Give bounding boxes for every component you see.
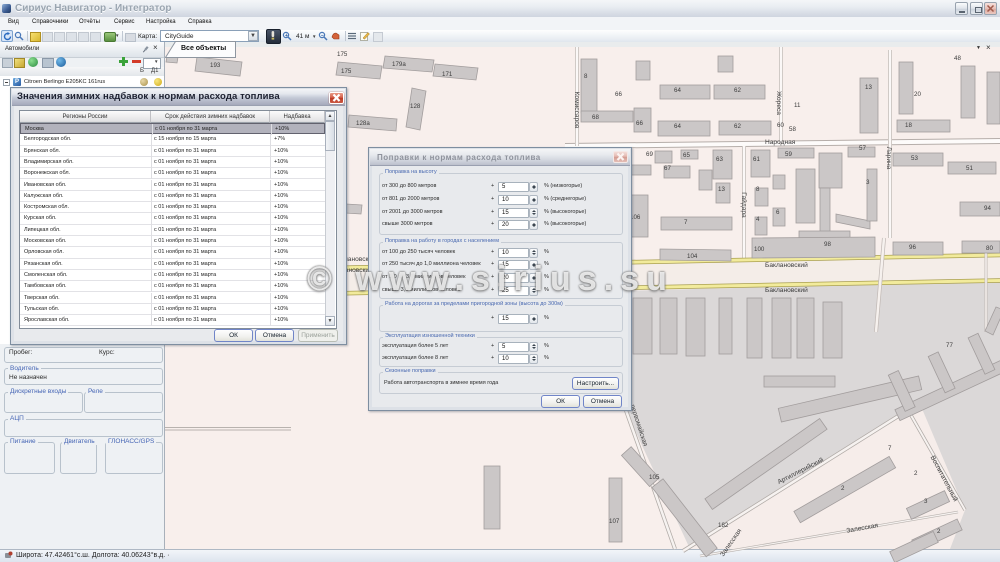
svg-text:100: 100 [754, 246, 765, 253]
svg-text:171: 171 [442, 71, 453, 78]
svg-text:Народная: Народная [765, 139, 796, 146]
svg-text:61: 61 [753, 156, 760, 163]
svg-text:67: 67 [664, 165, 671, 172]
svg-text:69: 69 [646, 151, 653, 158]
svg-text:3: 3 [866, 179, 870, 186]
svg-text:4: 4 [756, 216, 760, 223]
svg-text:11: 11 [794, 102, 801, 109]
svg-text:53: 53 [911, 155, 918, 162]
svg-text:65: 65 [683, 152, 690, 159]
svg-text:13: 13 [718, 186, 725, 193]
svg-text:8: 8 [584, 73, 588, 80]
svg-text:6: 6 [776, 209, 780, 216]
svg-text:8: 8 [756, 186, 760, 193]
svg-text:105: 105 [649, 474, 660, 481]
svg-text:60: 60 [777, 122, 784, 129]
svg-text:2: 2 [937, 528, 941, 535]
svg-text:Комиссаров: Комиссаров [573, 92, 580, 129]
svg-text:2: 2 [841, 485, 845, 492]
svg-text:57: 57 [859, 145, 866, 152]
svg-text:96: 96 [909, 244, 916, 251]
svg-text:175: 175 [341, 68, 352, 75]
svg-text:179а: 179а [392, 61, 406, 68]
svg-text:59: 59 [785, 151, 792, 158]
svg-text:58: 58 [789, 126, 796, 133]
svg-text:64: 64 [674, 87, 681, 94]
svg-text:104: 104 [687, 253, 698, 260]
svg-text:107: 107 [609, 518, 620, 525]
svg-text:98: 98 [824, 241, 831, 248]
svg-text:48: 48 [954, 55, 961, 62]
svg-text:2: 2 [914, 470, 918, 477]
svg-text:63: 63 [716, 156, 723, 163]
svg-text:Баклановский: Баклановский [765, 261, 808, 269]
svg-text:7: 7 [888, 445, 892, 452]
svg-text:13: 13 [865, 84, 872, 91]
svg-text:193: 193 [210, 62, 221, 69]
svg-text:20: 20 [914, 91, 921, 98]
svg-text:3: 3 [924, 498, 928, 505]
svg-text:Баклановский: Баклановский [765, 286, 808, 294]
svg-text:18: 18 [905, 122, 912, 129]
svg-text:128а: 128а [356, 120, 370, 127]
svg-text:77: 77 [946, 342, 953, 349]
svg-text:Жореса: Жореса [775, 91, 782, 115]
svg-text:128: 128 [410, 103, 421, 110]
svg-text:62: 62 [734, 87, 741, 94]
svg-text:7: 7 [684, 219, 688, 226]
svg-text:64: 64 [674, 123, 681, 130]
svg-text:Ларина: Ларина [885, 147, 892, 170]
svg-text:62: 62 [734, 123, 741, 130]
svg-text:66: 66 [615, 91, 622, 98]
svg-text:182: 182 [718, 522, 729, 529]
svg-text:66: 66 [636, 120, 643, 127]
svg-text:80: 80 [986, 245, 993, 252]
svg-text:175: 175 [337, 51, 348, 58]
svg-text:94: 94 [984, 205, 991, 212]
svg-text:Гайдара: Гайдара [740, 192, 748, 218]
svg-text:51: 51 [966, 165, 973, 172]
svg-text:68: 68 [592, 114, 599, 121]
